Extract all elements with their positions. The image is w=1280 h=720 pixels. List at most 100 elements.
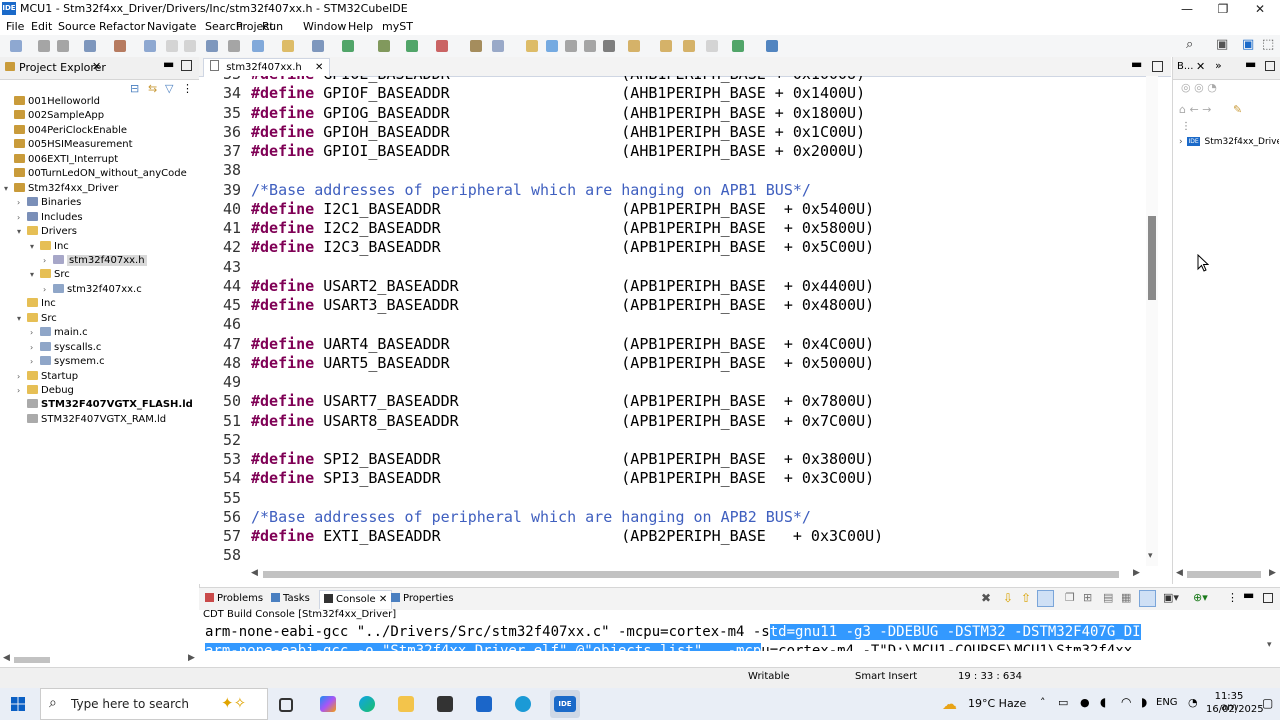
- editor-maximize-icon[interactable]: [1152, 61, 1163, 72]
- clock-date[interactable]: 16/02/2025: [1206, 704, 1264, 715]
- info-icon[interactable]: [766, 40, 778, 52]
- maximize-view-icon[interactable]: [181, 60, 192, 71]
- scroll-lock-up-icon[interactable]: ⇧: [1021, 591, 1031, 605]
- weather-icon[interactable]: ☁: [942, 695, 957, 713]
- microphone-icon[interactable]: ●: [1080, 696, 1090, 709]
- outline-item[interactable]: › IDE Stm32f4xx_Driver: [1179, 137, 1279, 147]
- language-indicator[interactable]: ENG: [1156, 697, 1178, 708]
- chevron-down-icon[interactable]: ▾: [17, 225, 27, 239]
- console-menu-icon[interactable]: ⋮: [1227, 591, 1238, 604]
- outline-tab-label[interactable]: B...: [1177, 61, 1193, 72]
- link-icon[interactable]: [526, 40, 538, 52]
- tree-item[interactable]: ▾ Inc: [30, 240, 69, 254]
- show-hidden-icons-icon[interactable]: ˄: [1040, 696, 1046, 709]
- back-icon[interactable]: [683, 40, 695, 52]
- editor-hscrollbar[interactable]: ◀ ▶: [249, 568, 1144, 580]
- show-console-icon[interactable]: [1139, 590, 1156, 607]
- mail-icon[interactable]: [476, 696, 492, 712]
- editor-minimize-icon[interactable]: ▬: [1131, 57, 1142, 71]
- forward-icon[interactable]: [706, 40, 718, 52]
- chevron-down-icon[interactable]: ▾: [30, 240, 40, 254]
- tree-item[interactable]: STM32F407VGTX_FLASH.ld: [17, 398, 193, 412]
- tree-item[interactable]: 002SampleApp: [4, 109, 104, 123]
- menu-run[interactable]: Run: [258, 18, 287, 35]
- chevron-down-icon[interactable]: ▾: [30, 268, 40, 282]
- editor-tab-stm32f407xx-h[interactable]: stm32f407xx.h ✕: [203, 58, 331, 77]
- debug-perspective-icon[interactable]: ⬚: [1262, 37, 1274, 52]
- tree-item[interactable]: › Startup: [17, 370, 78, 384]
- search-icon[interactable]: [206, 40, 218, 52]
- scroll-down-icon[interactable]: ▾: [1148, 551, 1153, 561]
- chevron-down-icon[interactable]: ▾: [4, 182, 14, 196]
- run-config-icon[interactable]: [436, 40, 448, 52]
- menu-refactor[interactable]: Refactor: [95, 18, 149, 35]
- open-perspective-icon[interactable]: ▣: [1216, 37, 1228, 52]
- code-area[interactable]: 33 #define GPIOE_BASEADDR (AHB1PERIPH_BAS…: [199, 76, 1146, 566]
- volume-icon[interactable]: ◗: [1141, 695, 1147, 709]
- outline-close-icon[interactable]: ✕: [1196, 60, 1205, 73]
- tab-problems[interactable]: Problems: [205, 592, 263, 606]
- tree-item[interactable]: ▾ Stm32f4xx_Driver: [4, 182, 118, 196]
- tree-item[interactable]: 006EXTI_Interrupt: [4, 153, 118, 167]
- open-type-icon[interactable]: [252, 40, 264, 52]
- tree-item[interactable]: › syscalls.c: [30, 341, 101, 355]
- tree-item[interactable]: 001Helloworld: [4, 95, 100, 109]
- new-icon[interactable]: [10, 40, 22, 52]
- chevron-right-icon[interactable]: ›: [17, 370, 27, 384]
- taskbar-search-box[interactable]: ⌕ Type here to search ✦✧: [40, 688, 268, 720]
- tree-item[interactable]: STM32F407VGTX_RAM.ld: [17, 413, 166, 427]
- filter-icon[interactable]: ▽: [165, 82, 173, 95]
- run-icon[interactable]: [406, 40, 418, 52]
- chevron-right-icon[interactable]: ›: [30, 355, 40, 369]
- chevron-right-icon[interactable]: ›: [17, 211, 27, 225]
- close-icon[interactable]: ✕: [92, 60, 101, 73]
- scrollbar-thumb[interactable]: [1148, 216, 1156, 300]
- debug-settings-icon[interactable]: [144, 40, 156, 52]
- menu-myst[interactable]: myST: [378, 18, 417, 35]
- menu-window[interactable]: Window: [299, 18, 350, 35]
- toggle-mark-icon[interactable]: [546, 40, 558, 52]
- tree-item[interactable]: ▾ Src: [30, 268, 70, 282]
- explorer-hscrollbar[interactable]: ◀ ▶: [0, 653, 198, 665]
- pilcrow-icon[interactable]: [603, 40, 615, 52]
- tree-item[interactable]: Inc: [17, 297, 56, 311]
- windows-start-icon[interactable]: [11, 697, 25, 711]
- search-icon[interactable]: ⌕: [1186, 37, 1193, 52]
- console-line-1[interactable]: arm-none-eabi-gcc "../Drivers/Src/stm32f…: [205, 624, 1141, 640]
- edge-icon[interactable]: [359, 696, 375, 712]
- console-maximize-icon[interactable]: [1263, 593, 1273, 603]
- outline-hscrollbar[interactable]: ◀ ▶: [1173, 568, 1280, 580]
- network-icon[interactable]: ◠: [1121, 695, 1131, 709]
- menu-navigate[interactable]: Navigate: [143, 18, 200, 35]
- tree-item[interactable]: ▾ Drivers: [17, 225, 77, 239]
- editor-vscrollbar[interactable]: ▾: [1146, 76, 1158, 566]
- debug-icon[interactable]: [378, 40, 390, 52]
- external-tools-icon[interactable]: [470, 40, 482, 52]
- maximize-button[interactable]: ❐: [1206, 0, 1240, 18]
- view-menu-icon[interactable]: ⋮: [182, 82, 193, 95]
- menu-file[interactable]: File: [2, 18, 28, 35]
- chevron-down-icon[interactable]: ▾: [17, 312, 27, 326]
- chevron-right-icon[interactable]: ›: [30, 341, 40, 355]
- menu-help[interactable]: Help: [344, 18, 377, 35]
- refresh-icon[interactable]: [342, 40, 354, 52]
- tray-app-icon[interactable]: ▭: [1058, 696, 1068, 709]
- open-console-icon[interactable]: ⊕▾: [1193, 591, 1208, 604]
- display-console-icon[interactable]: ▣▾: [1163, 591, 1179, 604]
- open-folder-icon[interactable]: [282, 40, 294, 52]
- terminate-icon[interactable]: ✖: [981, 591, 991, 605]
- tab-properties[interactable]: Properties: [391, 592, 454, 606]
- new-class-icon[interactable]: [312, 40, 324, 52]
- tree-item[interactable]: › Debug: [17, 384, 74, 398]
- tree-item[interactable]: › Includes: [17, 211, 83, 225]
- prev-annotation-icon[interactable]: [660, 40, 672, 52]
- cpp-perspective-icon[interactable]: ▣: [1242, 37, 1254, 52]
- tree-item[interactable]: › Binaries: [17, 196, 81, 210]
- chevron-right-icon[interactable]: ›: [17, 384, 27, 398]
- clear-console-icon[interactable]: ▤: [1103, 591, 1113, 604]
- notifications-icon[interactable]: ▢: [1262, 696, 1273, 710]
- undo-icon[interactable]: [166, 40, 178, 52]
- close-icon[interactable]: ✕: [376, 594, 387, 605]
- tree-item[interactable]: › sysmem.c: [30, 355, 105, 369]
- chevron-right-icon[interactable]: ›: [43, 283, 53, 297]
